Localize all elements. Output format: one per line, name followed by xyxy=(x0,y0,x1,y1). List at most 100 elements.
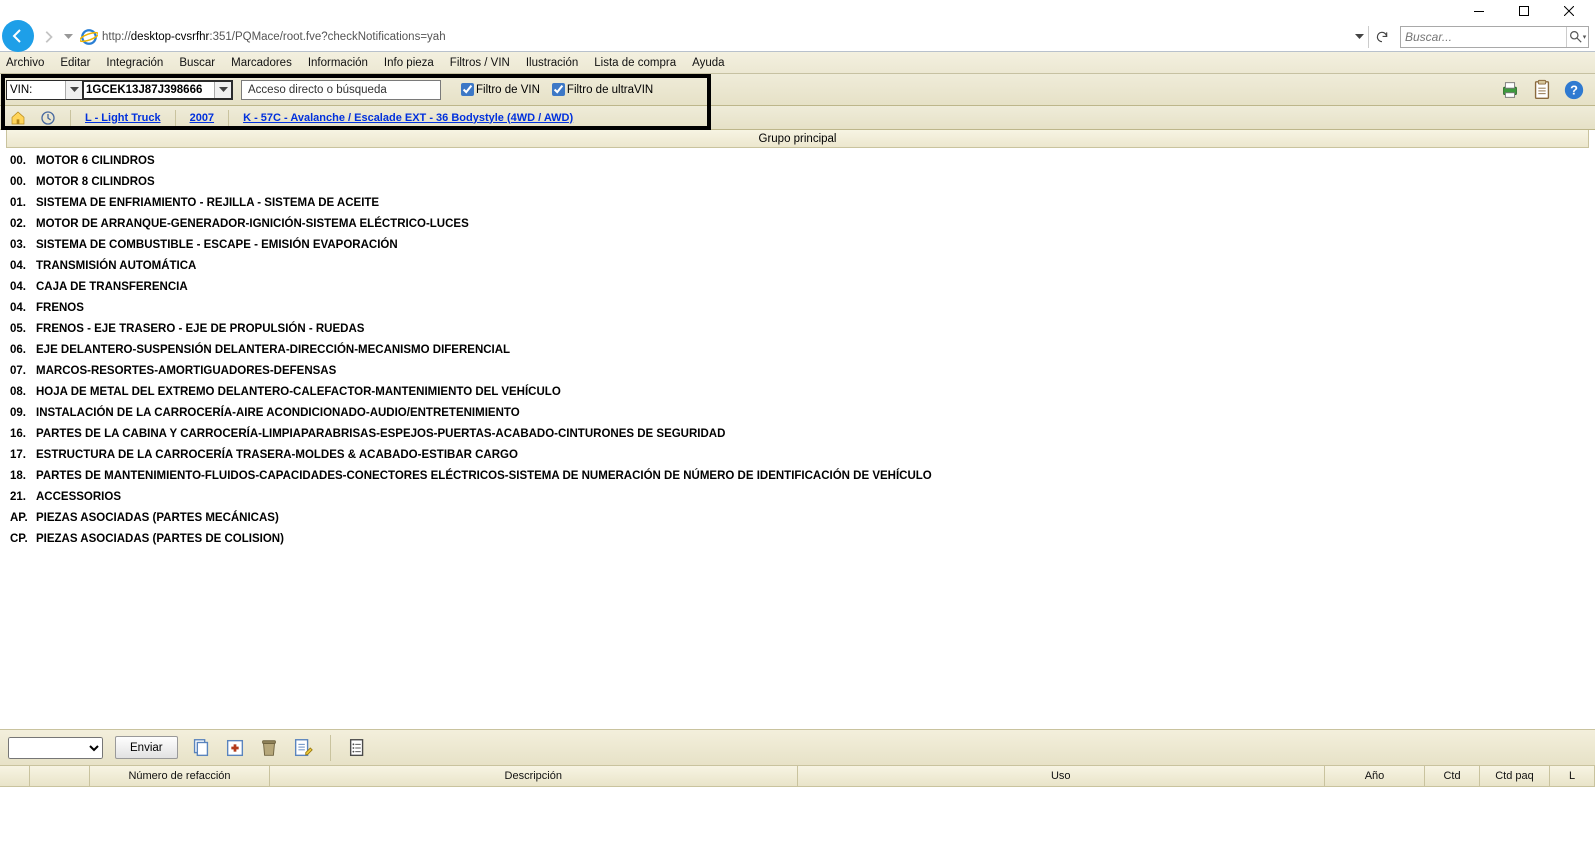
th-ctd[interactable]: Ctd xyxy=(1425,766,1480,786)
group-row[interactable]: 05.FRENOS - EJE TRASERO - EJE DE PROPULS… xyxy=(0,318,1595,339)
history-icon[interactable] xyxy=(40,110,56,126)
th-ano[interactable]: Año xyxy=(1325,766,1425,786)
group-row[interactable]: 09.INSTALACIÓN DE LA CARROCERÍA-AIRE ACO… xyxy=(0,402,1595,423)
home-icon[interactable] xyxy=(10,110,26,126)
crumb-truck[interactable]: L - Light Truck xyxy=(85,112,161,124)
menu-integracion[interactable]: Integración xyxy=(106,57,163,69)
group-row[interactable]: 03.SISTEMA DE COMBUSTIBLE - ESCAPE - EMI… xyxy=(0,234,1595,255)
group-code: AP. xyxy=(0,512,36,524)
menu-ilustracion[interactable]: Ilustración xyxy=(526,57,578,69)
menu-info-pieza[interactable]: Info pieza xyxy=(384,57,434,69)
group-row[interactable]: 00.MOTOR 6 CILINDROS xyxy=(0,150,1595,171)
nav-back-button[interactable] xyxy=(2,20,34,52)
refresh-icon xyxy=(1375,30,1389,44)
group-row[interactable]: 04.FRENOS xyxy=(0,297,1595,318)
group-row[interactable]: 04.TRANSMISIÓN AUTOMÁTICA xyxy=(0,255,1595,276)
vin-input[interactable] xyxy=(84,84,214,96)
crumb-sep xyxy=(70,110,71,126)
vin-type-select[interactable]: VIN: xyxy=(6,80,83,100)
ultravin-filter-checkbox[interactable] xyxy=(552,83,565,96)
crumb-sep xyxy=(228,110,229,126)
breadcrumb-bar: L - Light Truck 2007 K - 57C - Avalanche… xyxy=(0,106,1595,130)
th-l[interactable]: L xyxy=(1550,766,1595,786)
group-desc: MOTOR DE ARRANQUE-GENERADOR-IGNICIÓN-SIS… xyxy=(36,218,1595,230)
group-code: 01. xyxy=(0,197,36,209)
note-edit-icon[interactable] xyxy=(292,737,314,759)
app-menu-bar: Archivo Editar Integración Buscar Marcad… xyxy=(0,52,1595,74)
menu-buscar[interactable]: Buscar xyxy=(179,57,215,69)
group-code: 05. xyxy=(0,323,36,335)
help-icon[interactable]: ? xyxy=(1563,79,1585,101)
nav-history-dropdown[interactable] xyxy=(60,25,76,49)
group-row[interactable]: 21.ACCESSORIOS xyxy=(0,486,1595,507)
th-blank-2[interactable] xyxy=(30,766,90,786)
group-code: 08. xyxy=(0,386,36,398)
group-row[interactable]: 04.CAJA DE TRANSFERENCIA xyxy=(0,276,1595,297)
url-dropdown[interactable] xyxy=(1350,34,1368,39)
th-blank-1[interactable] xyxy=(0,766,30,786)
group-row[interactable]: 17.ESTRUCTURA DE LA CARROCERÍA TRASERA-M… xyxy=(0,444,1595,465)
address-url[interactable]: http://desktop-cvsrfhr:351/PQMace/root.f… xyxy=(102,26,1350,48)
th-uso[interactable]: Uso xyxy=(798,766,1326,786)
group-row[interactable]: 16.PARTES DE LA CABINA Y CARROCERÍA-LIMP… xyxy=(0,423,1595,444)
group-desc: FRENOS - EJE TRASERO - EJE DE PROPULSIÓN… xyxy=(36,323,1595,335)
window-maximize-button[interactable] xyxy=(1501,1,1546,21)
group-desc: MOTOR 8 CILINDROS xyxy=(36,176,1595,188)
menu-editar[interactable]: Editar xyxy=(60,57,90,69)
group-code: 04. xyxy=(0,281,36,293)
browser-search-input[interactable] xyxy=(1401,30,1566,44)
group-row[interactable]: 00.MOTOR 8 CILINDROS xyxy=(0,171,1595,192)
group-code: CP. xyxy=(0,533,36,545)
group-row[interactable]: CP.PIEZAS ASOCIADAS (PARTES DE COLISION) xyxy=(0,528,1595,549)
vin-toolbar: VIN: Acceso directo o búsqueda Filtro de… xyxy=(0,74,1595,106)
group-row[interactable]: 08.HOJA DE METAL DEL EXTREMO DELANTERO-C… xyxy=(0,381,1595,402)
group-row[interactable]: 02.MOTOR DE ARRANQUE-GENERADOR-IGNICIÓN-… xyxy=(0,213,1595,234)
refresh-button[interactable] xyxy=(1368,26,1394,48)
clipboard-icon[interactable] xyxy=(1531,79,1553,101)
group-desc: PARTES DE LA CABINA Y CARROCERÍA-LIMPIAP… xyxy=(36,428,1595,440)
direct-search-input[interactable]: Acceso directo o búsqueda xyxy=(241,80,441,100)
send-button[interactable]: Enviar xyxy=(115,736,178,759)
url-host: desktop-cvsrfhr xyxy=(131,31,210,43)
group-desc: PIEZAS ASOCIADAS (PARTES DE COLISION) xyxy=(36,533,1595,545)
browser-search-box[interactable]: ▾ xyxy=(1400,26,1589,48)
bottom-toolbar: Enviar xyxy=(0,729,1595,765)
crumb-year[interactable]: 2007 xyxy=(190,112,214,124)
group-desc: FRENOS xyxy=(36,302,1595,314)
menu-ayuda[interactable]: Ayuda xyxy=(692,57,724,69)
group-code: 06. xyxy=(0,344,36,356)
group-code: 04. xyxy=(0,302,36,314)
th-numero[interactable]: Número de refacción xyxy=(90,766,270,786)
vin-history-dropdown[interactable] xyxy=(214,82,231,98)
vin-filter-checkbox[interactable] xyxy=(461,83,474,96)
th-ctd-paq[interactable]: Ctd paq xyxy=(1480,766,1550,786)
bottom-select[interactable] xyxy=(8,737,103,759)
group-row[interactable]: 01.SISTEMA DE ENFRIAMIENTO - REJILLA - S… xyxy=(0,192,1595,213)
browser-search-button[interactable]: ▾ xyxy=(1566,27,1588,47)
group-row[interactable]: AP.PIEZAS ASOCIADAS (PARTES MECÁNICAS) xyxy=(0,507,1595,528)
copy-icon[interactable] xyxy=(190,737,212,759)
menu-filtros-vin[interactable]: Filtros / VIN xyxy=(450,57,510,69)
group-row[interactable]: 18.PARTES DE MANTENIMIENTO-FLUIDOS-CAPAC… xyxy=(0,465,1595,486)
groups-list-area[interactable]: 00.MOTOR 6 CILINDROS00.MOTOR 8 CILINDROS… xyxy=(0,148,1595,729)
ultravin-filter-checkbox-wrap[interactable]: Filtro de ultraVIN xyxy=(552,83,653,96)
window-minimize-button[interactable] xyxy=(1456,1,1501,21)
crumb-model[interactable]: K - 57C - Avalanche / Escalade EXT - 36 … xyxy=(243,112,573,124)
window-close-button[interactable] xyxy=(1546,1,1591,21)
group-row[interactable]: 06.EJE DELANTERO-SUSPENSIÓN DELANTERA-DI… xyxy=(0,339,1595,360)
nav-forward-button[interactable] xyxy=(36,25,60,49)
menu-archivo[interactable]: Archivo xyxy=(6,57,44,69)
group-row[interactable]: 07.MARCOS-RESORTES-AMORTIGUADORES-DEFENS… xyxy=(0,360,1595,381)
vin-filter-checkbox-wrap[interactable]: Filtro de VIN xyxy=(461,83,540,96)
menu-lista-compra[interactable]: Lista de compra xyxy=(594,57,676,69)
printer-icon[interactable] xyxy=(1499,79,1521,101)
notes-list-icon[interactable] xyxy=(347,737,369,759)
th-descripcion[interactable]: Descripción xyxy=(270,766,798,786)
trash-icon[interactable] xyxy=(258,737,280,759)
minimize-icon xyxy=(1474,6,1484,16)
menu-informacion[interactable]: Información xyxy=(308,57,368,69)
menu-marcadores[interactable]: Marcadores xyxy=(231,57,292,69)
ie-logo-icon xyxy=(80,28,98,46)
search-icon xyxy=(1569,30,1582,43)
add-icon[interactable] xyxy=(224,737,246,759)
